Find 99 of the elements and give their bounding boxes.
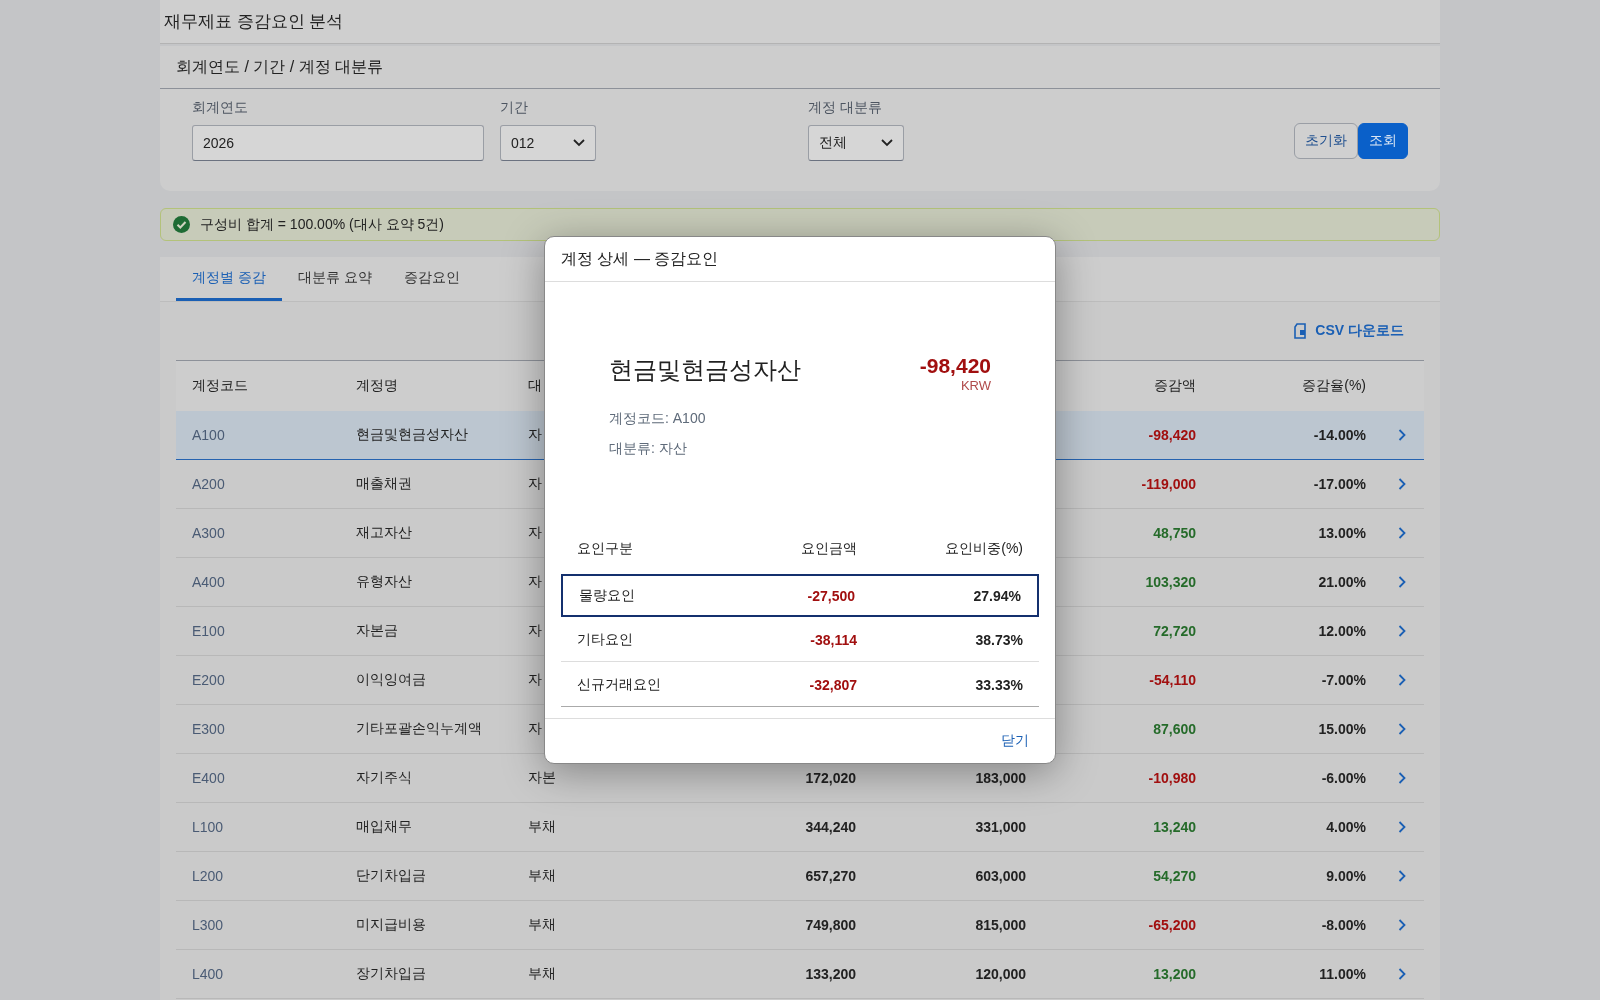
change-rate: 9.00% [1326,868,1366,884]
amount-cell: 331,000 [975,819,1026,835]
column-header: 대 [528,377,542,395]
category-cell: 자 [528,426,542,444]
change-rate: -17.00% [1313,476,1366,492]
column-header: 증감율(%) [1302,377,1366,395]
factor-share: 38.73% [975,632,1023,648]
change-rate: -8.00% [1321,917,1366,933]
account-name: 유형자산 [356,573,412,591]
factor-name: 물량요인 [579,586,635,605]
change-rate: -7.00% [1321,672,1366,688]
category-cell: 자 [528,475,542,493]
account-name: 단기차입금 [356,867,426,885]
change-rate: 11.00% [1319,966,1366,982]
category-cell: 자 [528,524,542,542]
change-amount: -54,110 [1149,672,1196,688]
amount-cell: 603,000 [975,868,1026,884]
amount-cell: 172,020 [805,770,856,786]
change-rate: 12.00% [1318,623,1366,639]
change-rate: 4.00% [1326,819,1366,835]
change-amount: 72,720 [1153,623,1196,639]
column-header: 요인비중(%) [945,540,1023,558]
column-header: 증감액 [1154,377,1196,395]
field-label: 계정 대분류 [808,99,883,117]
change-amount: 48,750 [1153,525,1196,541]
amount-cell: 344,240 [805,819,856,835]
change-amount: 103,320 [1145,574,1196,590]
account-code: E300 [192,721,225,737]
factor-amount: -32,807 [809,677,857,693]
account-name: 매입채무 [356,818,412,836]
change-amount: 54,270 [1153,868,1196,884]
change-amount: -65,200 [1148,917,1196,933]
alert-text: 구성비 합계 = 100.00% (대사 요약 5건) [200,215,444,234]
factor-share: 27.94% [973,587,1021,604]
category-cell: 부채 [528,867,556,885]
currency-label: KRW [960,378,991,393]
field-label: 기간 [500,99,529,117]
account-code: A100 [192,427,225,443]
amount-cell: 183,000 [975,770,1026,786]
amount-cell: 657,270 [805,868,856,884]
factor-name: 기타요인 [577,631,633,649]
account-name: 자기주식 [356,769,412,787]
change-rate: 21.00% [1318,574,1366,590]
field-label: 회계연도 [192,99,249,117]
column-header: 계정명 [356,377,398,395]
account-name: 재고자산 [356,524,412,542]
account-name: 미지급비용 [356,916,426,934]
category-cell: 자 [528,671,542,689]
change-amount: -119,000 [1141,476,1196,492]
account-code: L400 [192,966,224,982]
account-name: 기타포괄손익누계액 [356,720,482,738]
factor-name: 신규거래요인 [577,676,661,694]
factor-share: 33.33% [975,677,1023,693]
account-code: E200 [192,672,225,688]
column-header: 요인금액 [801,540,857,558]
change-rate: 13.00% [1318,525,1366,541]
account-name: 현금및현금성자산 [356,426,468,444]
change-rate: -14.00% [1313,427,1366,443]
factor-amount: -27,500 [807,587,855,604]
dialog-title: 계정 상세 — 증감요인 [545,237,1055,282]
change-amount: 13,240 [1153,819,1196,835]
change-amount: -98,420 [919,354,991,378]
category-cell: 자 [528,573,542,591]
amount-cell: 133,200 [805,966,856,982]
account-code: L200 [192,868,224,884]
amount-cell: 749,800 [805,917,856,933]
change-amount: -98,420 [1148,427,1196,443]
account-name: 자본금 [356,622,398,640]
category-cell: 부채 [528,916,556,934]
account-name: 이익잉여금 [356,671,426,689]
category-cell: 부채 [528,818,556,836]
change-rate: 15.00% [1318,721,1366,737]
column-header: 계정코드 [192,377,248,395]
category-cell: 자 [528,622,542,640]
account-code: A400 [192,574,225,590]
account-code-line: 계정코드: A100 [609,410,707,428]
category-cell: 자 [528,720,542,738]
column-header: 요인구분 [577,540,633,558]
account-code: L100 [192,819,224,835]
amount-cell: 815,000 [975,917,1026,933]
account-code: A200 [192,476,225,492]
category-line: 대분류: 자산 [609,440,688,458]
factor-amount: -38,114 [810,632,857,648]
page-title: 재무제표 증감요인 분석 [160,0,1440,44]
category-cell: 부채 [528,965,556,983]
panel-title: 회계연도 / 기간 / 계정 대분류 [160,46,1440,89]
account-code: E400 [192,770,225,786]
change-amount: 87,600 [1153,721,1196,737]
change-rate: -6.00% [1321,770,1366,786]
category-cell: 자본 [528,769,556,787]
change-amount: -10,980 [1148,770,1196,786]
change-amount: 13,200 [1153,966,1196,982]
amount-cell: 120,000 [975,966,1026,982]
account-name: 장기차입금 [356,965,426,983]
account-name-heading: 현금및현금성자산 [609,355,801,385]
account-code: E100 [192,623,225,639]
account-code: A300 [192,525,225,541]
account-name: 매출채권 [356,475,412,493]
account-code: L300 [192,917,224,933]
